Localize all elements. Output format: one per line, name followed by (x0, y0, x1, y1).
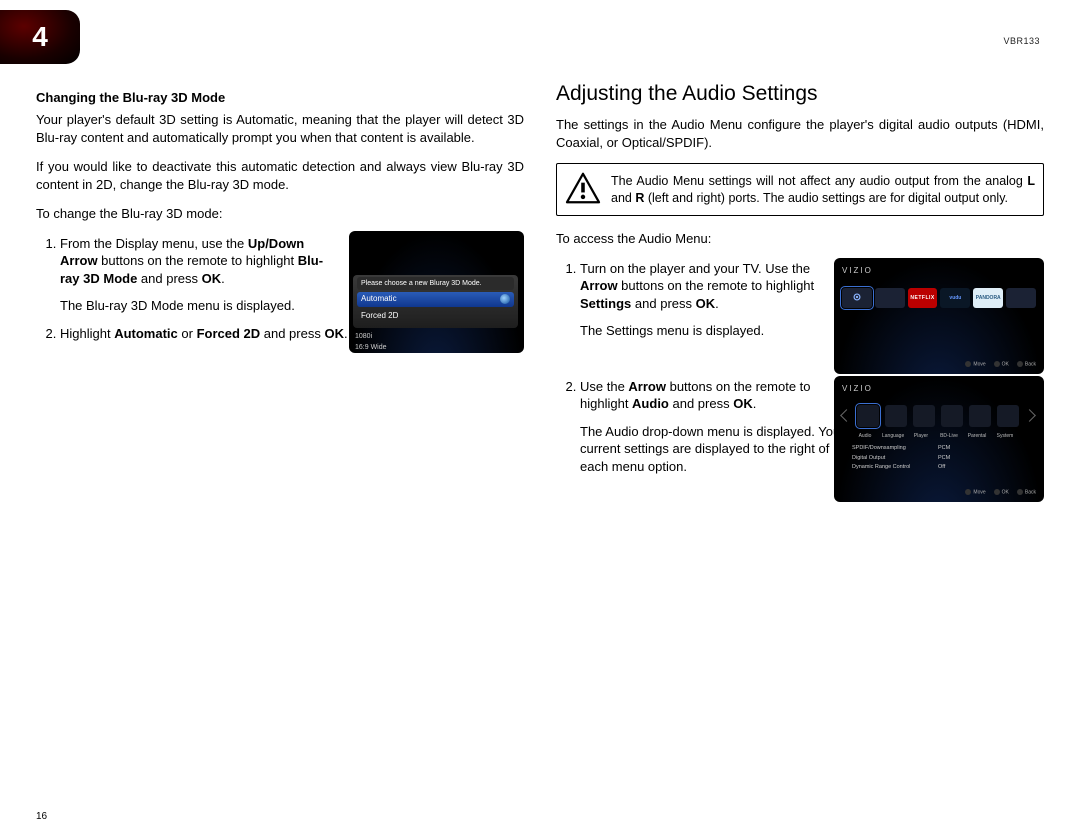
tile-settings (842, 288, 872, 308)
vizio-brand-2: VIZIO (842, 384, 1036, 395)
audio-intro: The settings in the Audio Menu configure… (556, 116, 1044, 151)
warning-icon (565, 172, 601, 207)
figure-3d-mode-popup: Please choose a new Bluray 3D Mode. Auto… (349, 231, 524, 353)
chevron-right-icon (1023, 409, 1036, 422)
icon-bdlive (941, 405, 963, 427)
step-2-right-text: Use the Arrow buttons on the remote to h… (580, 378, 858, 476)
audio-rows: SPDIF/DownsamplingPCM Digital OutputPCM … (852, 445, 1036, 471)
columns: Changing the Blu-ray 3D Mode Your player… (0, 10, 1080, 834)
popup: Please choose a new Bluray 3D Mode. Auto… (353, 275, 518, 328)
steps-right: Turn on the player and your TV. Use the … (556, 260, 1044, 476)
callout-box: The Audio Menu settings will not affect … (556, 163, 1044, 216)
row-drc: Dynamic Range ControlOff (852, 464, 1036, 471)
right-column: Adjusting the Audio Settings The setting… (556, 82, 1044, 834)
step-1-right: Turn on the player and your TV. Use the … (580, 260, 1044, 340)
tile-netflix: NETFLIX (908, 288, 938, 308)
figure-audio-menu: VIZIO Audio L (834, 376, 1044, 502)
subheading-3d: Changing the Blu-ray 3D Mode (36, 90, 524, 105)
icon-language (885, 405, 907, 427)
lead-in-left: To change the Blu-ray 3D mode: (36, 205, 524, 223)
hint-row-2: Move OK Back (965, 489, 1036, 496)
steps-left: From the Display menu, use the Up/Down A… (36, 235, 524, 343)
manual-page: 4 VBR133 16 Changing the Blu-ray 3D Mode… (0, 0, 1080, 834)
figure-settings-home: VIZIO NETFLIX vudu PANDORA (834, 258, 1044, 374)
intro-p2: If you would like to deactivate this aut… (36, 158, 524, 193)
icon-player (913, 405, 935, 427)
settings-icon-labels: Audio Language Player BD-Live Parental S… (854, 433, 1036, 440)
home-tiles: NETFLIX vudu PANDORA (842, 288, 1036, 308)
chapter-number: 4 (32, 21, 48, 53)
section-title-audio: Adjusting the Audio Settings (556, 82, 1044, 106)
lead-in-right: To access the Audio Menu: (556, 230, 1044, 248)
chevron-left-icon (840, 409, 853, 422)
intro-p1: Your player's default 3D setting is Auto… (36, 111, 524, 146)
row-spdif: SPDIF/DownsamplingPCM (852, 445, 1036, 452)
popup-item-forced-2d: Forced 2D (357, 309, 514, 324)
step-2-right: Use the Arrow buttons on the remote to h… (580, 378, 1044, 476)
icon-audio (857, 405, 879, 427)
tile-more (1006, 288, 1036, 308)
vizio-brand: VIZIO (842, 266, 1036, 277)
row-digital-output: Digital OutputPCM (852, 455, 1036, 462)
popup-item-automatic: Automatic (357, 292, 514, 307)
chapter-badge: 4 (0, 10, 80, 64)
icon-parental (969, 405, 991, 427)
settings-icons (842, 405, 1036, 427)
tile-vudu: vudu (940, 288, 970, 308)
gear-icon (850, 290, 864, 307)
step-1-left: From the Display menu, use the Up/Down A… (60, 235, 524, 315)
popup-sublabels: 1080i 16:9 Wide (349, 332, 524, 353)
hint-row: Move OK Back (965, 361, 1036, 368)
popup-title: Please choose a new Bluray 3D Mode. (357, 277, 514, 290)
page-number: 16 (36, 811, 47, 822)
icon-system (997, 405, 1019, 427)
tile-video (875, 288, 905, 308)
left-column: Changing the Blu-ray 3D Mode Your player… (36, 82, 524, 834)
step-1-text: From the Display menu, use the Up/Down A… (60, 235, 338, 315)
step-1-right-text: Turn on the player and your TV. Use the … (580, 260, 858, 340)
tile-pandora: PANDORA (973, 288, 1003, 308)
callout-text: The Audio Menu settings will not affect … (611, 173, 1035, 207)
model-number: VBR133 (1003, 36, 1040, 46)
